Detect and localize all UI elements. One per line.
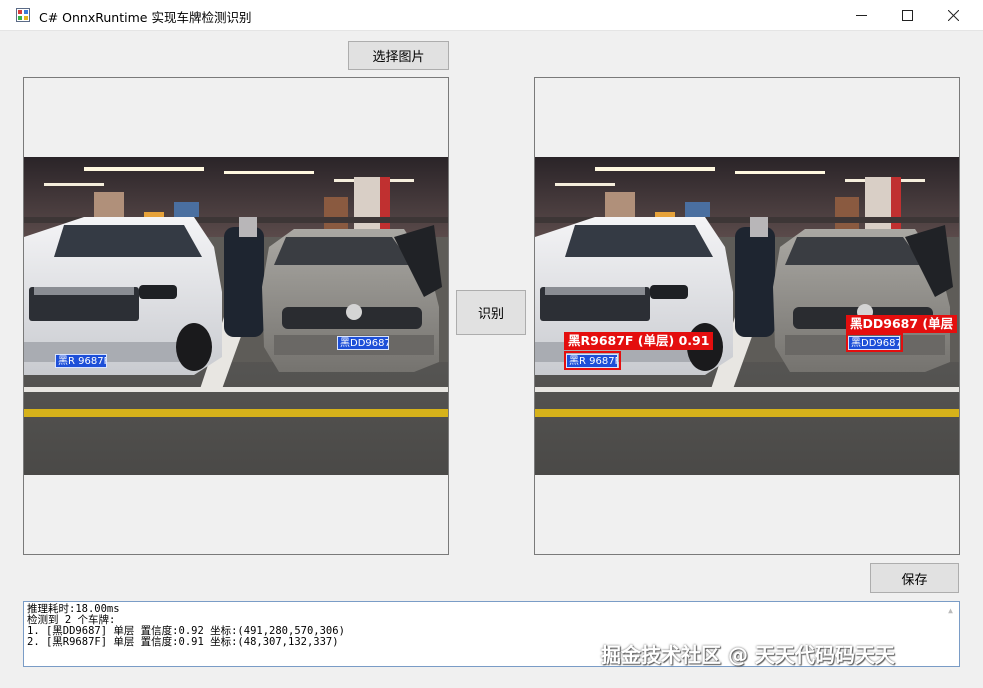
log-line: 推理耗时:18.00ms (27, 603, 120, 615)
save-button[interactable]: 保存 (870, 563, 959, 593)
close-icon (947, 9, 959, 21)
app-form-icon (16, 8, 30, 22)
result-picture-box: 黑R 9687F 黑DD9687 黑R9687F (单层) 0.91 黑DD96… (534, 77, 960, 555)
maximize-icon (901, 9, 913, 21)
source-plate-1: 黑R 9687F (55, 354, 107, 368)
detect-button[interactable]: 识别 (456, 290, 526, 335)
window-title: C# OnnxRuntime 实现车牌检测识别 (39, 10, 252, 25)
select-image-button[interactable]: 选择图片 (348, 41, 449, 70)
detection-label-1: 黑R9687F (单层) 0.91 (564, 332, 714, 350)
watermark: 掘金技术社区 @ 天天代码码天天 (601, 643, 895, 667)
scroll-up-icon[interactable]: ▲ (943, 603, 958, 618)
source-plate-2: 黑DD9687 (337, 336, 389, 350)
source-picture-box: 黑R 9687F 黑DD9687 (23, 77, 449, 555)
result-photo: 黑R 9687F 黑DD9687 黑R9687F (单层) 0.91 黑DD96… (535, 157, 959, 475)
minimize-button[interactable] (838, 0, 884, 30)
title-bar: C# OnnxRuntime 实现车牌检测识别 (0, 0, 983, 31)
maximize-button[interactable] (884, 0, 930, 30)
minimize-icon (855, 14, 867, 16)
source-photo: 黑R 9687F 黑DD9687 (24, 157, 448, 475)
close-button[interactable] (930, 0, 976, 30)
detection-label-2: 黑DD9687 (单层 (846, 315, 958, 333)
detection-box-1 (564, 351, 621, 370)
detection-box-2 (846, 333, 903, 352)
